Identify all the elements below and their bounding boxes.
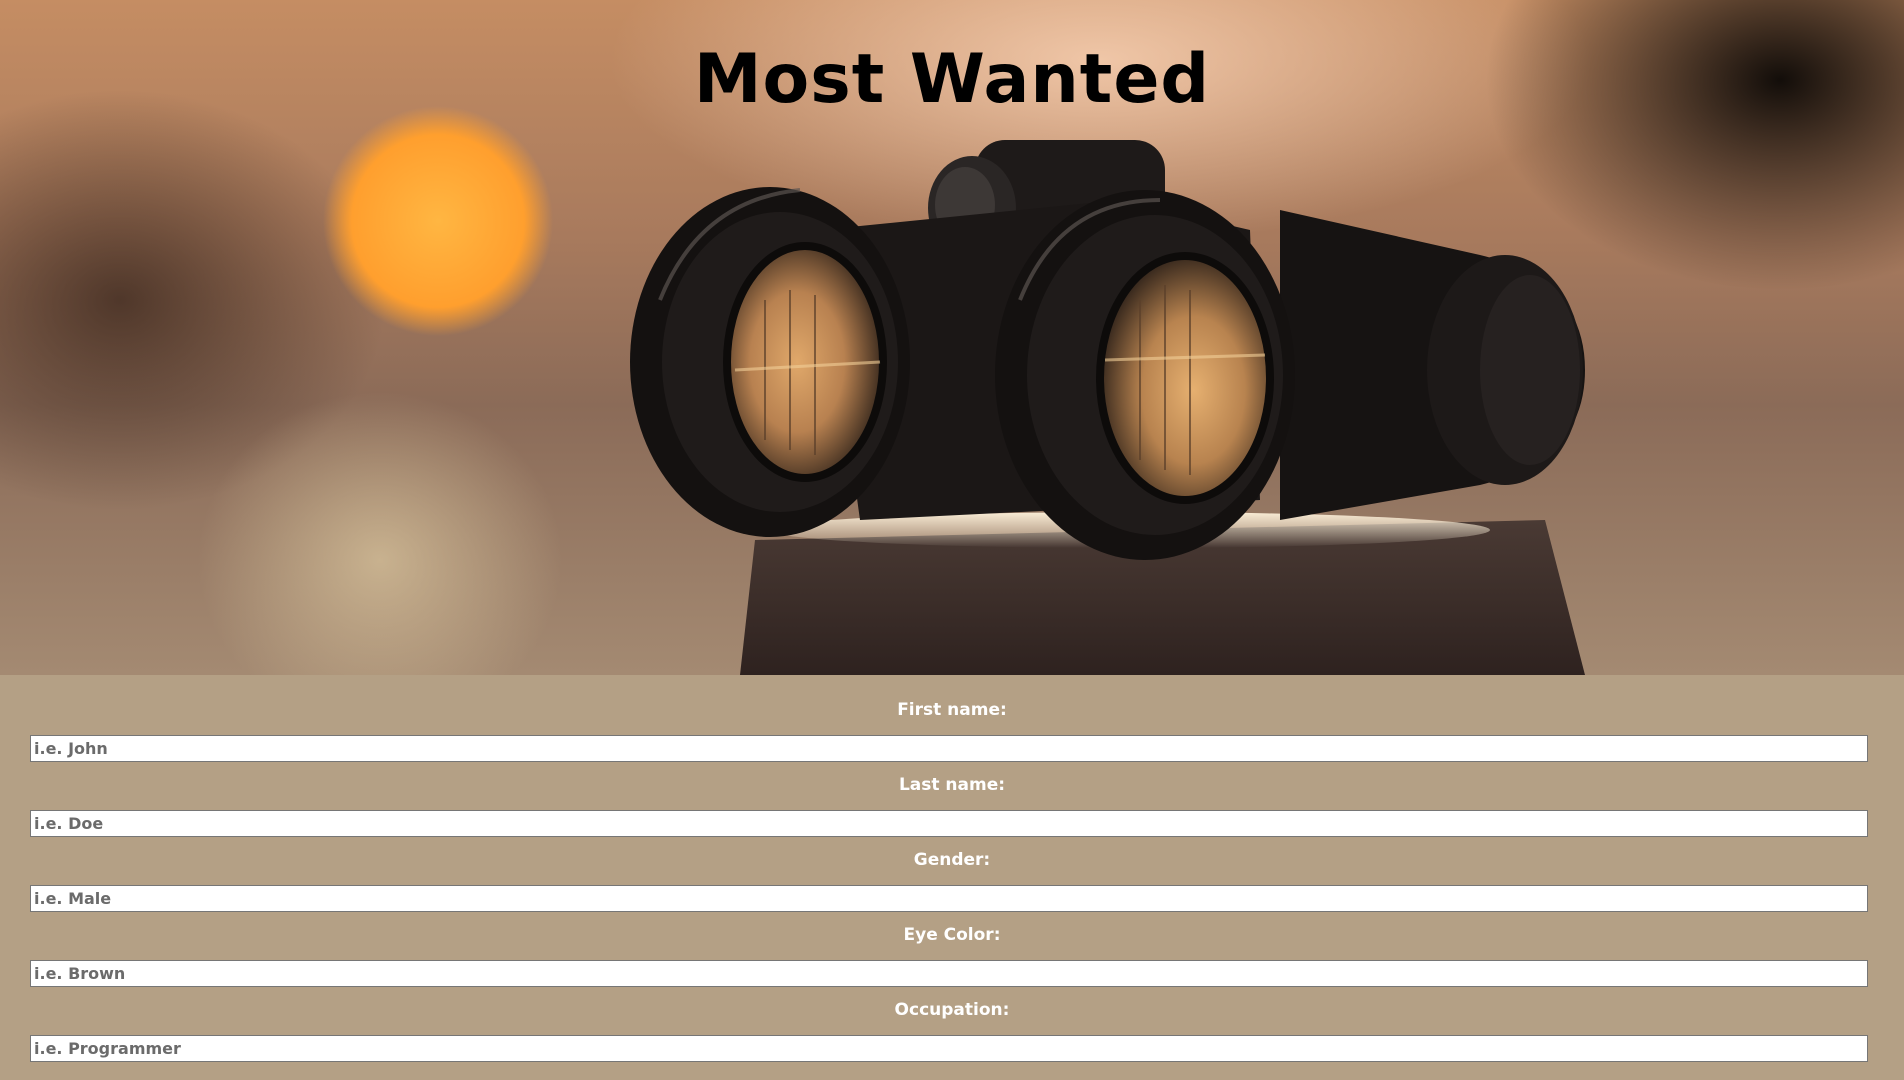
binoculars [630, 140, 1585, 560]
eye-color-input[interactable] [30, 960, 1868, 987]
search-form: First name: Last name: Gender: Eye Color… [0, 675, 1904, 1080]
occupation-label: Occupation: [894, 1000, 1010, 1020]
gender-input[interactable] [30, 885, 1868, 912]
page-title: Most Wanted [693, 40, 1211, 119]
first-name-label: First name: [897, 700, 1007, 720]
bokeh-light [323, 106, 553, 336]
first-name-input[interactable] [30, 735, 1868, 762]
gender-label: Gender: [913, 850, 991, 870]
hero-banner: Most Wanted [0, 0, 1904, 675]
occupation-input[interactable] [30, 1035, 1868, 1062]
last-name-input[interactable] [30, 810, 1868, 837]
eye-color-label: Eye Color: [903, 925, 1001, 945]
last-name-label: Last name: [898, 775, 1006, 795]
